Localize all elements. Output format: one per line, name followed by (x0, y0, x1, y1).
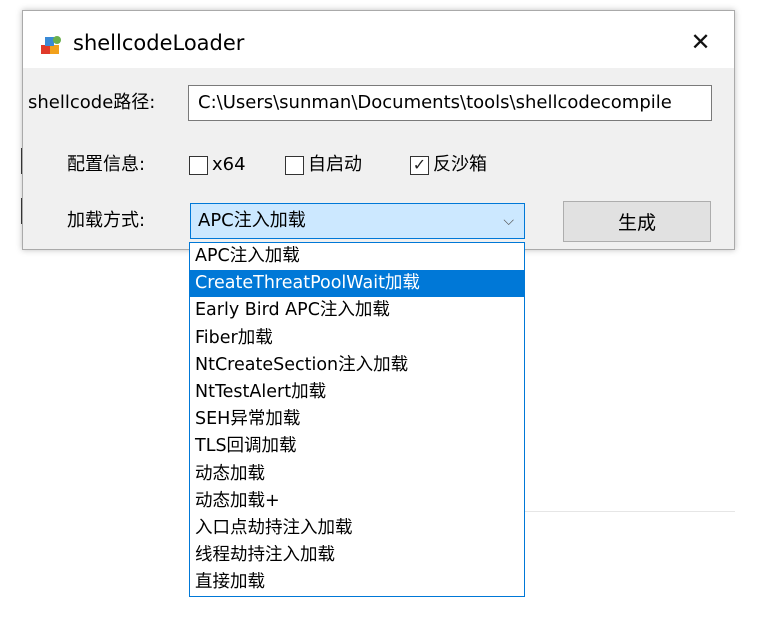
load-method-dropdown: APC注入加载 CreateThreatPoolWait加载 Early Bir… (189, 242, 525, 597)
checkbox-label: 自启动 (308, 154, 362, 175)
dropdown-option[interactable]: 动态加载+ (190, 488, 524, 515)
checkbox-label: 反沙箱 (433, 154, 487, 175)
checkbox-box[interactable] (285, 155, 304, 175)
dropdown-option[interactable]: 动态加载 (190, 461, 524, 488)
checkbox-box[interactable] (189, 155, 208, 175)
checkbox-label: x64 (212, 154, 246, 175)
load-method-select[interactable]: APC注入加载 ⌵ (190, 203, 525, 239)
dropdown-option[interactable]: APC注入加载 (190, 243, 524, 270)
checkbox-box[interactable]: ✓ (410, 155, 429, 175)
title-bar[interactable]: shellcodeLoader ✕ (23, 11, 734, 68)
checkmark-icon: ✓ (412, 155, 427, 174)
dropdown-option[interactable]: SEH异常加载 (190, 406, 524, 433)
dropdown-option[interactable]: 直接加载 (190, 569, 524, 596)
checkbox-autostart[interactable]: 自启动 (285, 152, 362, 178)
dropdown-option[interactable]: CreateThreatPoolWait加载 (190, 270, 524, 298)
dropdown-option[interactable]: TLS回调加载 (190, 433, 524, 460)
checkbox-anti-sandbox[interactable]: ✓ 反沙箱 (410, 152, 487, 178)
config-label: 配置信息: (67, 154, 146, 175)
load-method-label: 加载方式: (67, 210, 146, 231)
shellcode-path-input[interactable]: C:\Users\sunman\Documents\tools\shellcod… (188, 85, 712, 121)
close-button[interactable]: ✕ (678, 24, 723, 60)
app-window: shellcodeLoader ✕ shellcode路径: C:\Users\… (22, 10, 735, 250)
generate-button[interactable]: 生成 (563, 201, 711, 242)
chevron-down-icon: ⌵ (503, 213, 514, 229)
dropdown-option[interactable]: Early Bird APC注入加载 (190, 297, 524, 324)
path-label: shellcode路径: (28, 92, 156, 113)
dropdown-option[interactable]: NtCreateSection注入加载 (190, 352, 524, 379)
close-icon: ✕ (690, 28, 711, 56)
dropdown-option[interactable]: 线程劫持注入加载 (190, 542, 524, 569)
dropdown-option[interactable]: Fiber加载 (190, 325, 524, 352)
window-title: shellcodeLoader (73, 31, 245, 55)
dropdown-option[interactable]: NtTestAlert加载 (190, 379, 524, 406)
checkbox-x64[interactable]: x64 (189, 152, 246, 178)
select-value: APC注入加载 (198, 210, 306, 231)
dropdown-option[interactable]: 入口点劫持注入加载 (190, 515, 524, 542)
app-icon (41, 36, 61, 54)
